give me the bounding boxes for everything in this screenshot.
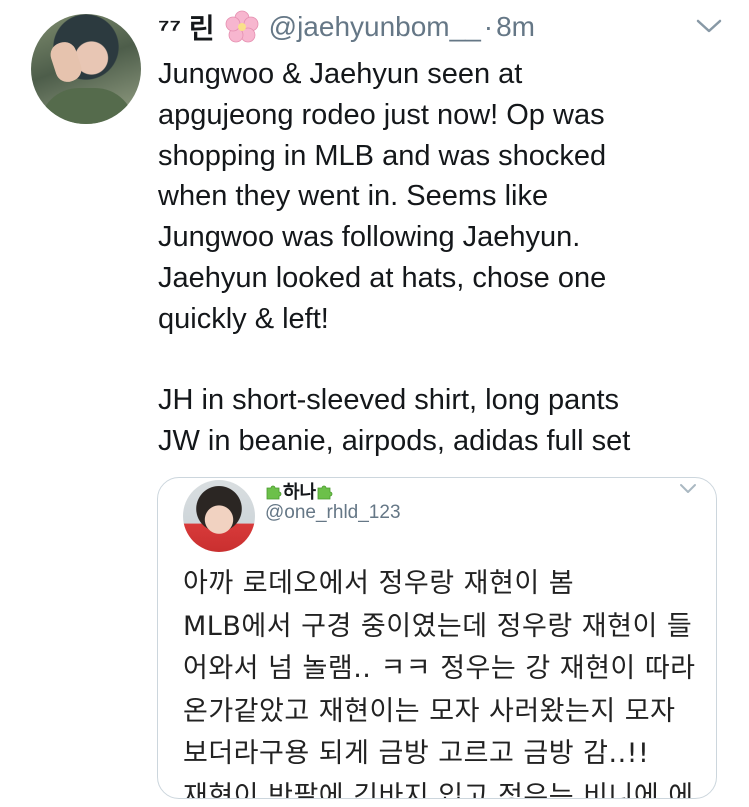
- avatar-shirt: [39, 88, 135, 124]
- chevron-down-icon[interactable]: [694, 14, 724, 38]
- author-display-name[interactable]: ⁷⁷ 린: [158, 7, 215, 47]
- quoted-author-avatar[interactable]: [183, 480, 255, 552]
- quoted-author-display-name[interactable]: 하나: [283, 482, 316, 502]
- tweet-text: Jungwoo & Jaehyun seen at apgujeong rode…: [158, 58, 631, 458]
- quoted-author-handle[interactable]: @one_rhld_123: [265, 502, 401, 524]
- quoted-author-name-row: 하나: [265, 478, 334, 504]
- puzzle-piece-icon: [317, 485, 333, 500]
- author-handle[interactable]: @jaehyunbom__: [269, 11, 481, 43]
- puzzle-piece-icon: [266, 485, 282, 500]
- tweet-timestamp[interactable]: 8m: [496, 11, 535, 43]
- avatar-hand: [47, 38, 85, 86]
- chevron-down-icon[interactable]: [678, 482, 698, 496]
- quoted-tweet-text: 아까 로데오에서 정우랑 재현이 봄 MLB에서 구경 중이였는데 정우랑 재현…: [183, 568, 696, 799]
- separator-dot: ·: [483, 11, 494, 42]
- cherry-blossom-icon: [225, 10, 259, 44]
- author-avatar[interactable]: [31, 14, 141, 124]
- tweet-header: ⁷⁷ 린 @jaehyunbom__ · 8m: [158, 8, 535, 46]
- quoted-tweet[interactable]: 하나 @one_rhld_123 아까 로데오에서 정우랑 재현이 봄 MLB에…: [157, 477, 717, 799]
